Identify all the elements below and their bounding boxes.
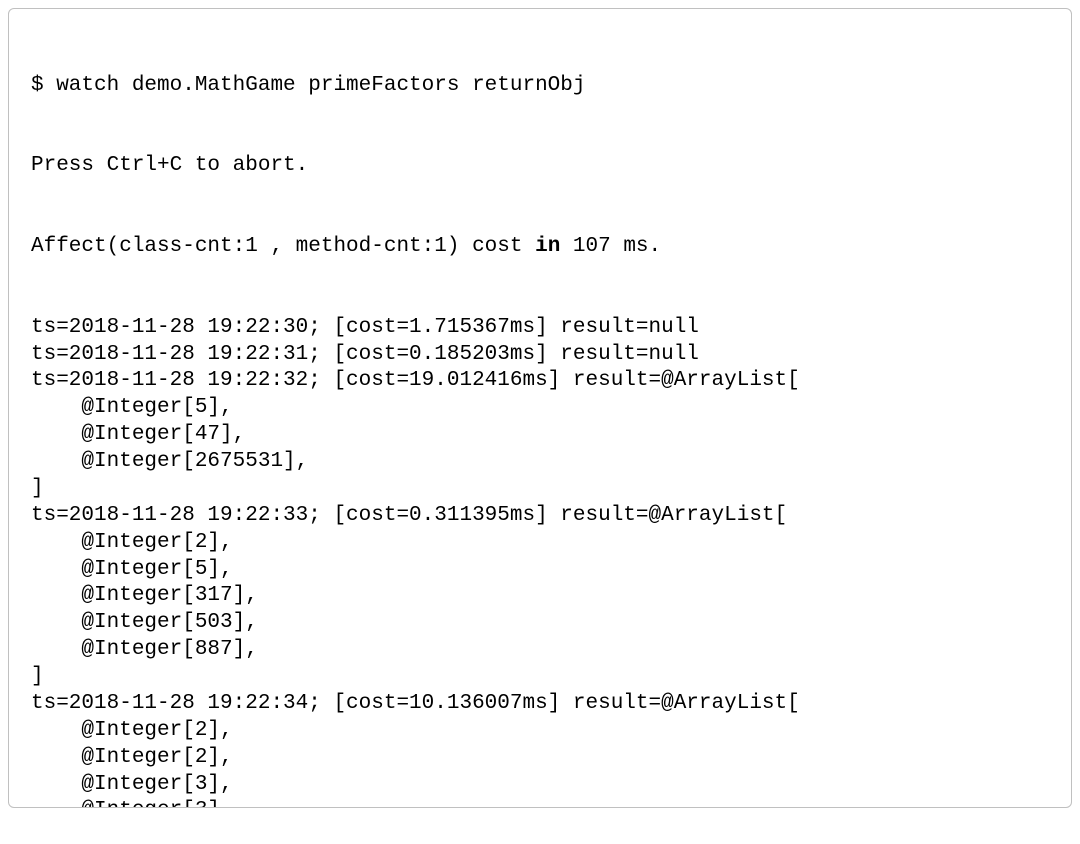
result-line: ts=2018-11-28 19:22:32; [cost=19.012416m…: [31, 368, 1055, 395]
list-item: @Integer[5],: [31, 557, 1055, 584]
affect-prefix: Affect(class-cnt:1 , method-cnt:1) cost: [31, 235, 535, 258]
list-item: @Integer[47],: [31, 422, 1055, 449]
list-item: @Integer[2],: [31, 530, 1055, 557]
list-item: @Integer[3],: [31, 798, 1055, 808]
entries-container: ts=2018-11-28 19:22:30; [cost=1.715367ms…: [31, 315, 1055, 808]
list-item: @Integer[2],: [31, 718, 1055, 745]
terminal-output: $ watch demo.MathGame primeFactors retur…: [8, 8, 1072, 808]
list-item: @Integer[5],: [31, 395, 1055, 422]
result-line: ts=2018-11-28 19:22:30; [cost=1.715367ms…: [31, 315, 1055, 342]
result-line: ts=2018-11-28 19:22:34; [cost=10.136007m…: [31, 691, 1055, 718]
list-item: @Integer[3],: [31, 772, 1055, 799]
list-item: @Integer[2],: [31, 745, 1055, 772]
result-line: ts=2018-11-28 19:22:33; [cost=0.311395ms…: [31, 503, 1055, 530]
affect-in: in: [535, 235, 560, 258]
list-close: ]: [31, 476, 1055, 503]
list-item: @Integer[503],: [31, 610, 1055, 637]
list-item: @Integer[887],: [31, 637, 1055, 664]
command-line: $ watch demo.MathGame primeFactors retur…: [31, 73, 1055, 100]
list-item: @Integer[317],: [31, 583, 1055, 610]
list-close: ]: [31, 664, 1055, 691]
abort-hint: Press Ctrl+C to abort.: [31, 153, 1055, 180]
list-item: @Integer[2675531],: [31, 449, 1055, 476]
affect-suffix: 107 ms.: [560, 235, 661, 258]
result-line: ts=2018-11-28 19:22:31; [cost=0.185203ms…: [31, 342, 1055, 369]
affect-line: Affect(class-cnt:1 , method-cnt:1) cost …: [31, 234, 1055, 261]
